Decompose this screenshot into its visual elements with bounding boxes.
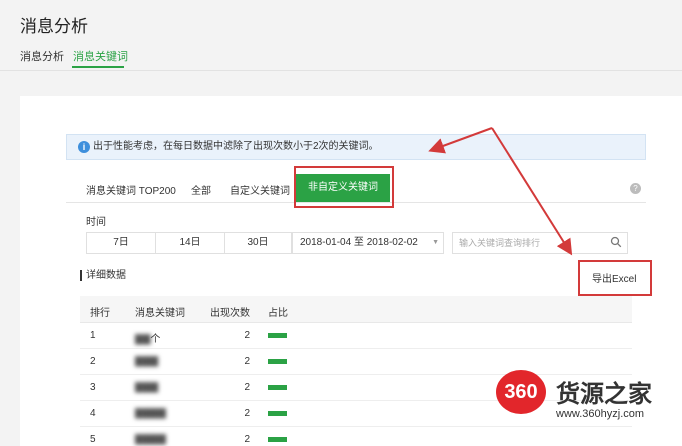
rank-cell: 3 — [90, 382, 96, 393]
rank-cell: 2 — [90, 356, 96, 367]
column-header-rank: 排行 — [90, 308, 110, 319]
active-tab-indicator — [72, 66, 124, 68]
count-cell: 2 — [244, 408, 250, 419]
column-header-keyword: 消息关键词 — [135, 308, 185, 319]
search-icon[interactable] — [610, 236, 622, 248]
watermark-url: www.360hyzj.com — [556, 408, 645, 420]
watermark-name: 货源之家 — [556, 381, 652, 408]
date-range-picker[interactable]: 2018-01-04 至 2018-02-02 ▼ — [292, 232, 444, 254]
keyword-search-input[interactable] — [452, 232, 628, 254]
rank-cell: 5 — [90, 434, 96, 445]
range-14d-button[interactable]: 14日 — [155, 232, 225, 254]
keyword-visible-text: 个 — [150, 334, 161, 345]
notice-banner: i 出于性能考虑，在每日数据中滤除了出现次数小于2次的关键词。 — [66, 134, 646, 160]
share-bar — [268, 359, 287, 364]
redacted-text: ▇▇ — [135, 334, 151, 345]
date-range-value: 2018-01-04 至 2018-02-02 — [300, 237, 418, 248]
help-icon[interactable]: ? — [630, 183, 641, 194]
page-title: 消息分析 — [20, 17, 88, 36]
rank-cell: 1 — [90, 330, 96, 341]
notice-text: 出于性能考虑，在每日数据中滤除了出现次数小于2次的关键词。 — [93, 141, 379, 152]
count-cell: 2 — [244, 356, 250, 367]
keyword-cell: ▇▇个 — [135, 330, 160, 345]
subtab-all[interactable]: 全部 — [191, 182, 211, 197]
watermark: 360 货源之家 www.360hyzj.com — [496, 370, 682, 430]
count-cell: 2 — [244, 434, 250, 445]
column-header-count: 出现次数 — [210, 308, 250, 319]
keyword-cell: ▇▇▇▇ — [135, 434, 166, 445]
count-cell: 2 — [244, 330, 250, 341]
share-bar — [268, 333, 287, 338]
table-row: 1 ▇▇个 2 — [80, 322, 632, 349]
subtab-top200[interactable]: 消息关键词 TOP200 — [86, 182, 176, 197]
annotation-box-subtab — [294, 166, 394, 208]
chevron-down-icon: ▼ — [432, 239, 439, 246]
range-30d-button[interactable]: 30日 — [224, 232, 292, 254]
keyword-cell: ▇▇▇ — [135, 382, 159, 393]
share-bar — [268, 411, 287, 416]
table-header: 排行 消息关键词 出现次数 占比 — [80, 296, 632, 323]
tab-message-keywords[interactable]: 消息关键词 — [73, 48, 128, 64]
count-cell: 2 — [244, 382, 250, 393]
detail-section-title: 详细数据 — [80, 270, 126, 281]
time-label: 时间 — [86, 217, 106, 228]
keyword-cell: ▇▇▇ — [135, 356, 159, 367]
watermark-logo: 360 — [496, 370, 546, 414]
tab-message-analysis[interactable]: 消息分析 — [20, 48, 64, 64]
export-excel-link[interactable]: 导出Excel — [592, 270, 636, 285]
info-icon: i — [78, 141, 90, 153]
keyword-cell: ▇▇▇▇ — [135, 408, 166, 419]
header-divider — [0, 70, 682, 71]
range-7d-button[interactable]: 7日 — [86, 232, 156, 254]
rank-cell: 4 — [90, 408, 96, 419]
share-bar — [268, 385, 287, 390]
column-header-share: 占比 — [268, 308, 288, 319]
subtab-custom[interactable]: 自定义关键词 — [230, 182, 290, 197]
share-bar — [268, 437, 287, 442]
